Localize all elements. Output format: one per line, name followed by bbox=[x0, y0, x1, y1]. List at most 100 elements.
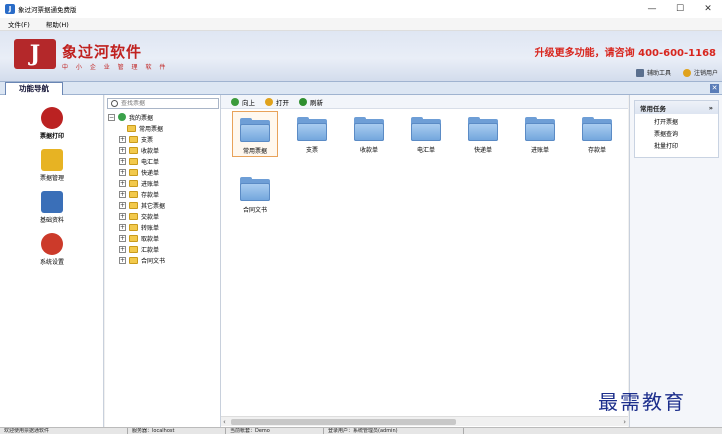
horizontal-scrollbar[interactable]: ‹ › bbox=[221, 416, 628, 426]
nav-label: 票据打印 bbox=[39, 133, 64, 140]
printer-icon bbox=[41, 107, 63, 129]
tasks-title: 常用任务 bbox=[640, 104, 666, 113]
collapse-icon[interactable]: − bbox=[108, 113, 115, 121]
scroll-right-icon[interactable]: › bbox=[623, 418, 626, 426]
folder-item[interactable]: 存款单 bbox=[574, 111, 620, 157]
tree-root[interactable]: − 我的票据 bbox=[108, 112, 153, 122]
folder-icon bbox=[354, 117, 384, 141]
tree-node[interactable]: + 电汇单 bbox=[119, 156, 159, 166]
collapse-icon[interactable]: » bbox=[709, 104, 713, 112]
maximize-button[interactable]: ☐ bbox=[666, 0, 694, 18]
window-controls: — ☐ ✕ bbox=[638, 0, 722, 18]
open-button[interactable]: 打开 bbox=[265, 97, 289, 107]
folder-icon bbox=[129, 146, 138, 154]
window-title: 象过河票据通免费版 bbox=[18, 6, 77, 14]
title-bar: J 象过河票据通免费版 — ☐ ✕ bbox=[0, 0, 722, 18]
function-nav: 票据打印 票据管理 基础资料 系统设置 bbox=[0, 95, 104, 427]
nav-basic-data[interactable]: 基础资料 bbox=[22, 191, 82, 224]
tree-node[interactable]: + 取款单 bbox=[119, 233, 159, 243]
folder-item[interactable]: 快递单 bbox=[460, 111, 506, 157]
open-label: 打开 bbox=[276, 98, 289, 107]
tree-node-label: 进账单 bbox=[141, 180, 160, 188]
task-batch-print[interactable]: 批量打印 bbox=[654, 141, 718, 150]
brand-tagline: 中 小 企 业 管 理 软 件 bbox=[62, 64, 169, 71]
tree-node-label: 快递单 bbox=[141, 169, 160, 177]
folder-item[interactable]: 合同文书 bbox=[232, 171, 278, 217]
tree-node-label: 交款单 bbox=[141, 213, 160, 221]
task-open-ticket[interactable]: 打开票据 bbox=[654, 117, 718, 126]
expand-icon[interactable]: + bbox=[119, 256, 126, 264]
nav-ticket-manage[interactable]: 票据管理 bbox=[22, 149, 82, 182]
logout-label: 注销用户 bbox=[693, 70, 718, 77]
expand-icon[interactable]: + bbox=[119, 212, 126, 220]
tree-node[interactable]: + 快递单 bbox=[119, 167, 159, 177]
expand-icon[interactable]: + bbox=[119, 234, 126, 242]
expand-icon[interactable]: + bbox=[119, 168, 126, 176]
close-button[interactable]: ✕ bbox=[694, 0, 722, 18]
tools-icon bbox=[635, 68, 644, 77]
panel-close-icon[interactable]: ✕ bbox=[710, 84, 719, 93]
expand-icon[interactable]: + bbox=[119, 245, 126, 253]
menu-help[interactable]: 帮助(H) bbox=[46, 19, 69, 29]
up-button[interactable]: 向上 bbox=[231, 97, 255, 107]
task-query-ticket[interactable]: 票据查询 bbox=[654, 129, 718, 138]
checklist-icon bbox=[41, 191, 63, 213]
tree-node[interactable]: + 汇款单 bbox=[119, 244, 159, 254]
tree-node[interactable]: + 收款单 bbox=[119, 145, 159, 155]
tree-node[interactable]: + 支票 bbox=[119, 134, 153, 144]
expand-icon[interactable]: + bbox=[119, 157, 126, 165]
scroll-left-icon[interactable]: ‹ bbox=[223, 418, 226, 426]
expand-icon[interactable]: + bbox=[119, 135, 126, 143]
expand-icon[interactable]: + bbox=[119, 190, 126, 198]
folder-item[interactable]: 收款单 bbox=[346, 111, 392, 157]
folder-icon bbox=[129, 135, 138, 143]
scroll-thumb[interactable] bbox=[231, 419, 456, 425]
nav-ticket-print[interactable]: 票据打印 bbox=[22, 107, 82, 140]
folder-icon bbox=[127, 124, 136, 132]
tree-node[interactable]: + 转账单 bbox=[119, 222, 159, 232]
folder-item[interactable]: 常用票据 bbox=[232, 111, 278, 157]
folder-icon bbox=[525, 117, 555, 141]
nav-system-settings[interactable]: 系统设置 bbox=[22, 233, 82, 266]
tasks-header[interactable]: 常用任务 » bbox=[635, 101, 718, 114]
refresh-button[interactable]: 刷新 bbox=[299, 97, 323, 107]
banner: J 象过河软件 中 小 企 业 管 理 软 件 升级更多功能，请咨询 400-6… bbox=[0, 31, 722, 81]
tree-node[interactable]: + 进账单 bbox=[119, 178, 159, 188]
tree-node[interactable]: + 存款单 bbox=[119, 189, 159, 199]
tree-node-label: 我的票据 bbox=[129, 114, 154, 122]
folder-label: 电汇单 bbox=[416, 147, 435, 154]
search-icon bbox=[111, 100, 118, 107]
minimize-button[interactable]: — bbox=[638, 0, 666, 18]
tree-node[interactable]: + 交款单 bbox=[119, 211, 159, 221]
folder-item[interactable]: 支票 bbox=[289, 111, 335, 157]
tree-node[interactable]: + 其它票据 bbox=[119, 200, 165, 210]
folder-item[interactable]: 进账单 bbox=[517, 111, 563, 157]
folder-icon bbox=[129, 245, 138, 253]
expand-icon[interactable]: + bbox=[119, 201, 126, 209]
tree-node-label: 常用票据 bbox=[139, 125, 164, 133]
banner-tools: 辅助工具 注销用户 bbox=[624, 68, 718, 77]
logout-button[interactable]: 注销用户 bbox=[682, 68, 718, 77]
up-icon bbox=[231, 97, 239, 106]
nav-label: 系统设置 bbox=[39, 259, 64, 266]
expand-icon[interactable]: + bbox=[119, 146, 126, 154]
nav-label: 基础资料 bbox=[39, 217, 64, 224]
expand-icon[interactable]: + bbox=[119, 223, 126, 231]
menu-file[interactable]: 文件(F) bbox=[8, 19, 30, 29]
folder-label: 快递单 bbox=[473, 147, 492, 154]
folder-icon bbox=[129, 201, 138, 209]
expand-icon[interactable]: + bbox=[119, 179, 126, 187]
open-icon bbox=[265, 97, 273, 106]
search-input[interactable] bbox=[121, 100, 211, 107]
tree-node-label: 支票 bbox=[141, 136, 154, 144]
tree-node[interactable]: + 合同文书 bbox=[119, 255, 165, 265]
refresh-icon bbox=[299, 97, 307, 106]
tools-button[interactable]: 辅助工具 bbox=[635, 68, 671, 77]
folder-label: 支票 bbox=[305, 147, 318, 154]
folder-item[interactable]: 电汇单 bbox=[403, 111, 449, 157]
folder-label: 常用票据 bbox=[242, 148, 267, 155]
folder-icon bbox=[129, 212, 138, 220]
tab-function-nav[interactable]: 功能导航 bbox=[5, 82, 63, 95]
tree-node[interactable]: 常用票据 bbox=[127, 123, 163, 133]
root-icon bbox=[118, 113, 126, 121]
